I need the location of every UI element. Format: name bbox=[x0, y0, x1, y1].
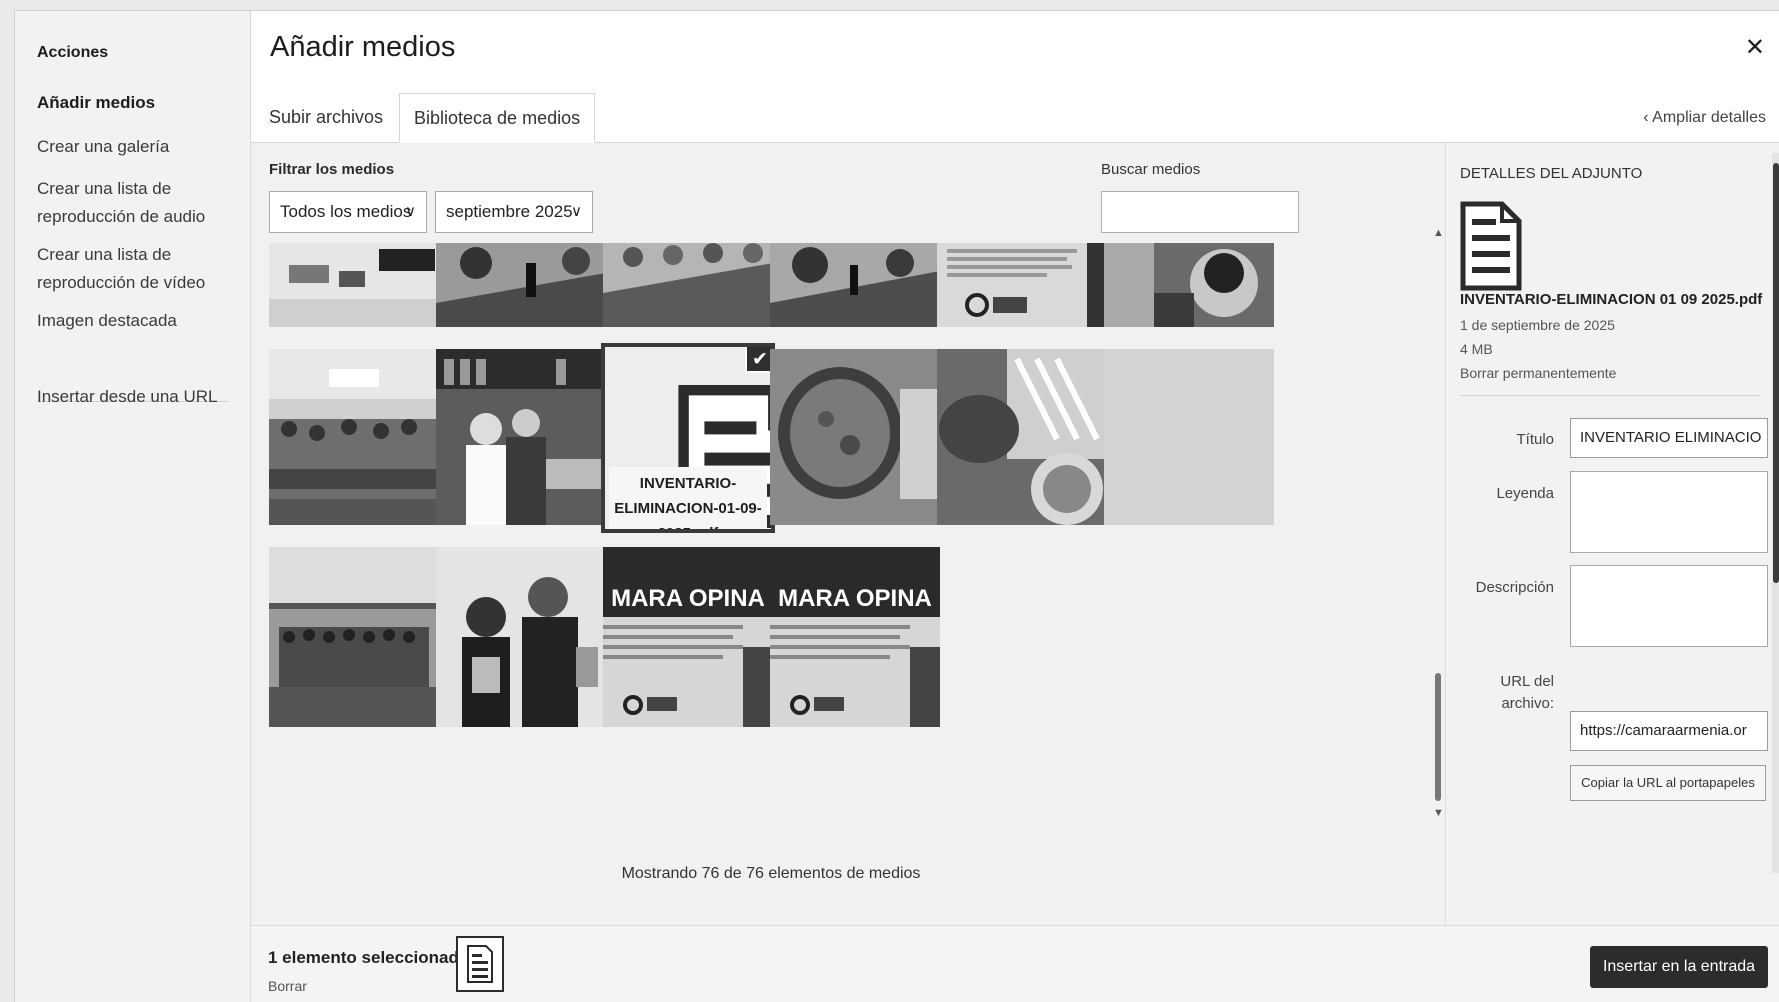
load-status: Mostrando 76 de 76 elementos de medios bbox=[621, 865, 921, 882]
media-thumbnail[interactable] bbox=[436, 349, 606, 525]
scroll-up-icon[interactable]: ▲ bbox=[1433, 227, 1444, 239]
media-toolbar: 1 elemento seleccionado Borrar Insertar … bbox=[251, 925, 1779, 1002]
media-thumbnail[interactable] bbox=[269, 547, 439, 727]
document-icon bbox=[1460, 201, 1522, 291]
search-label: Buscar medios bbox=[1101, 161, 1201, 178]
menu-item-create-gallery[interactable]: Crear una galería bbox=[37, 133, 169, 161]
delete-permanently-link[interactable]: Borrar permanentemente bbox=[1460, 365, 1616, 381]
details-scroll-thumb[interactable] bbox=[1773, 163, 1779, 583]
attachments-grid: INVENTARIO-ELIMINACION-01-09-2025.pdf ✔ bbox=[269, 243, 1389, 903]
details-size: 4 MB bbox=[1460, 341, 1493, 357]
chevron-down-icon: ∨ bbox=[405, 203, 416, 220]
media-thumbnail-selected[interactable]: INVENTARIO-ELIMINACION-01-09-2025.pdf ✔ bbox=[601, 343, 775, 533]
title-field[interactable]: INVENTARIO ELIMINACIO bbox=[1570, 418, 1768, 458]
tab-upload-files[interactable]: Subir archivos bbox=[255, 93, 397, 143]
menu-item-featured-image[interactable]: Imagen destacada bbox=[37, 307, 177, 335]
media-thumbnail[interactable] bbox=[1104, 243, 1274, 327]
insert-into-post-button[interactable]: Insertar en la entrada bbox=[1590, 946, 1768, 988]
media-thumbnail[interactable] bbox=[937, 243, 1107, 327]
expand-details-link[interactable]: ‹ Ampliar detalles bbox=[1643, 109, 1766, 127]
media-thumbnail[interactable] bbox=[436, 243, 606, 327]
media-thumbnail[interactable] bbox=[770, 243, 940, 327]
chevron-down-icon: ∨ bbox=[571, 203, 582, 220]
expand-details-label: Ampliar detalles bbox=[1652, 109, 1766, 126]
details-date: 1 de septiembre de 2025 bbox=[1460, 317, 1615, 333]
selection-count: 1 elemento seleccionado bbox=[268, 948, 470, 967]
clear-selection-link[interactable]: Borrar bbox=[268, 978, 307, 994]
media-thumbnail[interactable] bbox=[269, 349, 439, 525]
media-thumbnail[interactable]: MARA OPINA bbox=[770, 547, 940, 727]
menu-item-create-audio-playlist[interactable]: Crear una lista de reproducción de audio bbox=[37, 175, 217, 231]
details-filename: INVENTARIO-ELIMINACION 01 09 2025.pdf bbox=[1460, 291, 1763, 308]
description-field[interactable] bbox=[1570, 565, 1768, 647]
poster-text: MARA OPINA bbox=[611, 585, 765, 612]
copy-url-button[interactable]: Copiar la URL al portapapeles bbox=[1570, 765, 1766, 801]
scrollbar[interactable] bbox=[1435, 673, 1441, 801]
media-date-value: septiembre 2025 bbox=[446, 202, 573, 221]
router-tabs: Subir archivos Biblioteca de medios ‹ Am… bbox=[251, 83, 1779, 143]
attachment-details: DETALLES DEL ADJUNTO INVENTARIO-ELIMINAC… bbox=[1445, 143, 1779, 925]
details-separator bbox=[1460, 395, 1760, 396]
media-thumbnail[interactable] bbox=[1104, 349, 1274, 525]
media-menu: Acciones Añadir medios Crear una galería… bbox=[15, 11, 251, 1002]
scroll-down-icon[interactable]: ▼ bbox=[1433, 807, 1444, 819]
filter-label: Filtrar los medios bbox=[269, 161, 395, 178]
media-modal: Acciones Añadir medios Crear una galería… bbox=[14, 10, 1779, 1002]
menu-item-add-media[interactable]: Añadir medios bbox=[37, 89, 155, 117]
file-url-label: URL del archivo: bbox=[1500, 673, 1554, 712]
search-input[interactable] bbox=[1101, 191, 1299, 233]
media-thumbnail[interactable] bbox=[436, 547, 606, 727]
media-thumbnail[interactable] bbox=[770, 349, 940, 525]
menu-item-create-video-playlist[interactable]: Crear una lista de reproducción de vídeo bbox=[37, 241, 217, 297]
menu-heading: Acciones bbox=[37, 44, 109, 61]
modal-title: Añadir medios bbox=[270, 31, 456, 63]
media-date-select[interactable]: septiembre 2025 ∨ bbox=[435, 191, 593, 233]
selection-thumbnail[interactable] bbox=[456, 936, 504, 992]
close-icon[interactable]: ✕ bbox=[1745, 33, 1765, 62]
media-type-value: Todos los medios bbox=[280, 202, 412, 221]
attachments-browser: Filtrar los medios Todos los medios ∨ se… bbox=[251, 143, 1445, 925]
media-thumbnail[interactable] bbox=[603, 243, 773, 327]
attachment-filename: INVENTARIO-ELIMINACION-01-09-2025.pdf bbox=[609, 467, 767, 529]
details-heading: DETALLES DEL ADJUNTO bbox=[1460, 165, 1643, 182]
title-label: Título bbox=[1516, 431, 1554, 448]
tab-media-library[interactable]: Biblioteca de medios bbox=[399, 93, 596, 143]
chevron-left-icon: ‹ bbox=[1643, 109, 1653, 126]
media-type-select[interactable]: Todos los medios ∨ bbox=[269, 191, 427, 233]
media-thumbnail[interactable] bbox=[269, 243, 439, 327]
caption-field[interactable] bbox=[1570, 471, 1768, 553]
poster-text: MARA OPINA bbox=[778, 585, 932, 612]
menu-item-insert-from-url[interactable]: Insertar desde una URL bbox=[37, 383, 218, 411]
media-thumbnail[interactable]: MARA OPINA bbox=[603, 547, 773, 727]
media-thumbnail[interactable] bbox=[937, 349, 1107, 525]
document-icon bbox=[467, 945, 493, 983]
caption-label: Leyenda bbox=[1496, 485, 1554, 502]
description-label: Descripción bbox=[1475, 579, 1554, 596]
file-url-field[interactable]: https://camaraarmenia.or bbox=[1570, 711, 1768, 751]
